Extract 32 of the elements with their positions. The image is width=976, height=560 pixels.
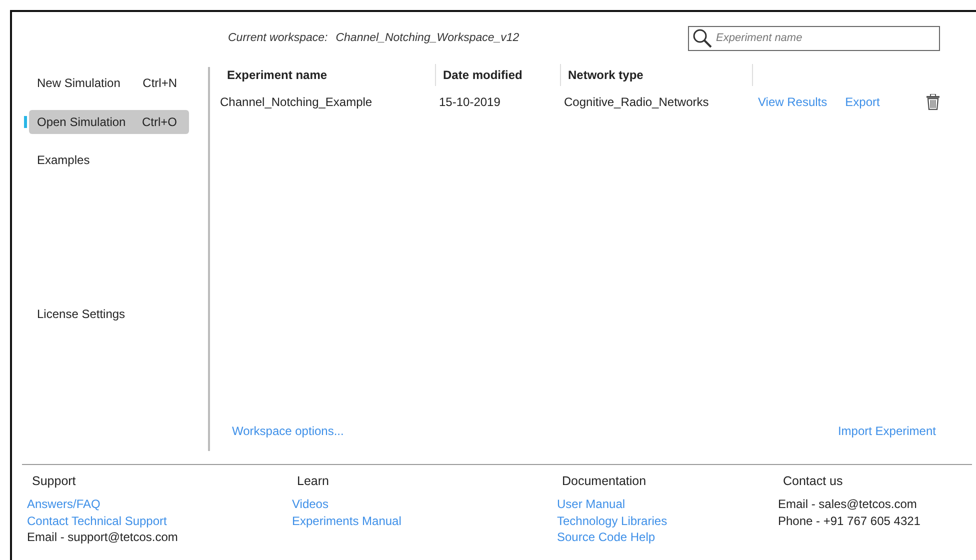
action-link[interactable]: Export [845, 95, 880, 109]
column-header: Date modified [435, 64, 560, 86]
footer-link[interactable]: Technology Libraries [557, 512, 668, 529]
table-cell-text: 15-10-2019 [438, 95, 502, 109]
table-cell-text: Channel_Notching_Example [220, 95, 374, 109]
workspace-name: Channel_Notching_Workspace_v12 [336, 32, 520, 44]
sidebar-item[interactable]: Examples [29, 148, 189, 172]
workspace-label: Current workspace: [228, 32, 328, 44]
workspace-options-link[interactable]: Workspace options... [232, 424, 344, 438]
table-cell-text: Cognitive_Radio_Networks [563, 95, 710, 109]
footer-link[interactable]: Contact Technical Support [27, 512, 167, 529]
footer-link[interactable]: Experiments Manual [292, 512, 402, 529]
footer-link[interactable]: User Manual [557, 496, 626, 512]
contact-text: Email - support@tetcos.com [27, 529, 178, 546]
import-experiment-link[interactable]: Import Experiment [838, 424, 936, 438]
contact-text: Email - sales@tetcos.com [778, 496, 917, 512]
action-link[interactable]: View Results [758, 95, 828, 109]
contact-text: Phone - +91 767 605 4321 [778, 512, 920, 529]
sidebar-item[interactable]: Open Simulation Ctrl+O [29, 110, 189, 134]
column-header: Network type [560, 64, 752, 86]
footer-heading: Support [32, 474, 76, 488]
footer-heading: Contact us [783, 474, 843, 488]
sidebar-item[interactable]: License Settings [29, 302, 189, 326]
footer-heading: Learn [297, 474, 329, 488]
footer-link[interactable]: Source Code Help [557, 529, 656, 546]
footer-link[interactable]: Answers/FAQ [27, 496, 100, 512]
column-header: Experiment name [226, 67, 328, 84]
search-field[interactable]: Experiment name [688, 26, 940, 50]
sidebar-item[interactable]: New Simulation Ctrl+N [29, 71, 189, 95]
footer-link[interactable]: Videos [292, 496, 328, 512]
footer-heading: Documentation [562, 474, 646, 488]
trash-icon[interactable] [926, 94, 940, 110]
